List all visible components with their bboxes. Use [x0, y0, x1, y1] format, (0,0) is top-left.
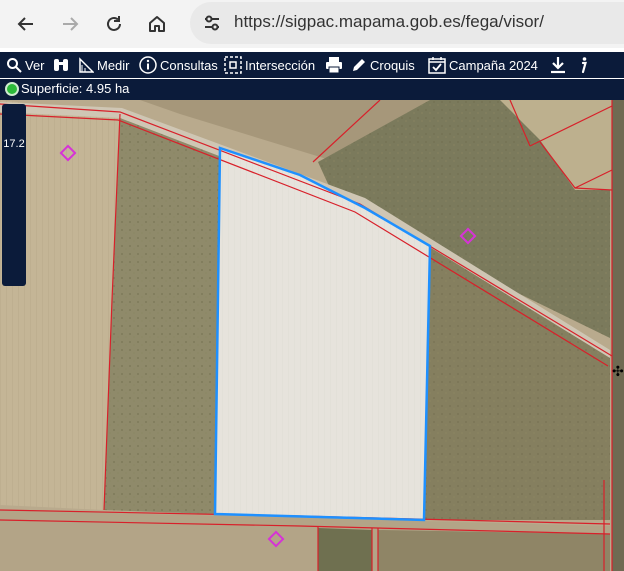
campana-button[interactable]: Campaña 2024	[428, 52, 538, 78]
move-cursor-icon: ✣	[612, 364, 624, 380]
croquis-button[interactable]: Croquis	[351, 52, 415, 78]
home-icon	[149, 16, 165, 32]
binoculars-button[interactable]	[52, 52, 70, 78]
interseccion-label: Intersección	[245, 57, 316, 73]
arrow-right-icon	[63, 17, 79, 31]
search-icon	[7, 58, 22, 73]
field-strip-texture	[104, 114, 220, 514]
zoom-panel[interactable]: 17.2	[2, 104, 26, 286]
app-toolbar: Ver Medir Consultas Intersección Croquis…	[0, 52, 624, 78]
tune-icon	[205, 15, 219, 31]
field-bottom-green	[318, 528, 372, 571]
print-button[interactable]	[325, 52, 343, 78]
printer-icon	[326, 57, 342, 74]
pencil-icon	[353, 59, 365, 71]
download-button[interactable]	[550, 52, 566, 78]
arrow-left-icon	[17, 17, 33, 31]
consultas-label: Consultas	[160, 57, 218, 73]
url-text[interactable]: https://sigpac.mapama.gob.es/fega/visor/	[234, 12, 544, 32]
reload-button[interactable]	[98, 8, 130, 40]
interseccion-button[interactable]: Intersección	[224, 52, 315, 78]
status-indicator	[5, 82, 19, 96]
campana-label: Campaña 2024	[449, 57, 538, 73]
reload-icon	[107, 16, 121, 31]
back-button[interactable]	[10, 8, 42, 40]
medir-button[interactable]: Medir	[78, 52, 130, 78]
selection-box-icon	[224, 56, 242, 74]
ruler-icon	[79, 57, 94, 73]
ver-button[interactable]: Ver	[6, 52, 45, 78]
calendar-check-icon	[428, 57, 446, 74]
field-bottom-right	[378, 530, 610, 571]
ver-label: Ver	[25, 57, 45, 73]
map-viewer[interactable]: 17.2 ✣	[0, 100, 624, 571]
consultas-button[interactable]: Consultas	[139, 52, 218, 78]
home-button[interactable]	[141, 8, 173, 40]
binoculars-icon	[54, 59, 68, 71]
address-bar[interactable]: https://sigpac.mapama.gob.es/fega/visor/	[190, 2, 624, 44]
map-canvas[interactable]	[0, 100, 624, 571]
forward-button[interactable]	[54, 8, 86, 40]
info-icon	[581, 57, 587, 74]
browser-toolbar: https://sigpac.mapama.gob.es/fega/visor/	[0, 0, 624, 48]
zoom-level: 17.2	[3, 138, 25, 150]
site-info-button[interactable]	[200, 11, 224, 35]
download-icon	[551, 57, 565, 74]
superficie-text: Superficie: 4.95 ha	[21, 81, 130, 96]
info-circle-icon	[139, 56, 157, 74]
edge-strip	[612, 100, 624, 571]
medir-label: Medir	[97, 57, 130, 73]
croquis-label: Croquis	[370, 57, 415, 73]
about-button[interactable]	[578, 52, 588, 78]
status-bar: Superficie: 4.95 ha	[0, 79, 624, 100]
